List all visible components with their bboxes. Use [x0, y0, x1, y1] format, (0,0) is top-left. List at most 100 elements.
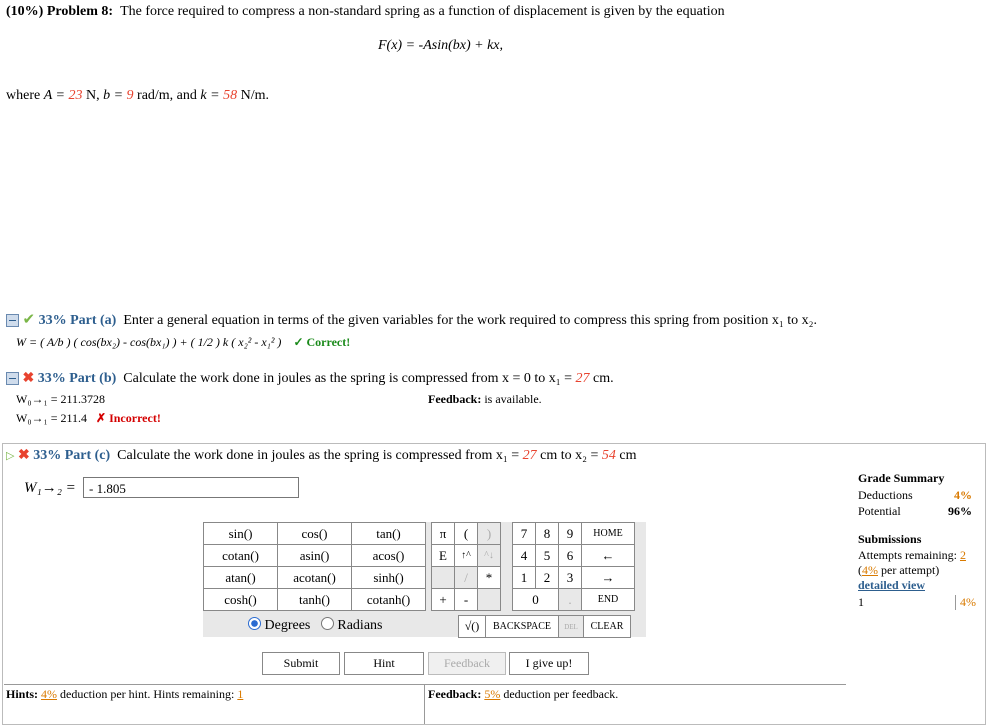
part-a-answer-row: W = ( A/b ) ( cos(bx₂) - cos(bx₁) ) + ( … — [16, 335, 350, 350]
digit-1-button[interactable]: 1 — [512, 566, 536, 589]
blank-key — [477, 588, 501, 611]
backspace-button[interactable]: BACKSPACE — [485, 615, 559, 638]
part-b-answer-1: W₀→₁ = 211.3728 — [16, 392, 106, 406]
digit-2-button[interactable]: 2 — [535, 566, 559, 589]
symbol-keys: π ( ) E ↑^ ^↓ / * + - — [431, 522, 501, 611]
divider — [424, 684, 425, 724]
tan-button[interactable]: tan() — [351, 522, 426, 545]
blank-key — [431, 566, 455, 589]
part-a-status: ✓ Correct! — [293, 335, 351, 349]
part-b-x1: 27 — [575, 371, 590, 386]
submissions: Submissions Attempts remaining: 2 (4% pe… — [858, 532, 976, 610]
multiply-button[interactable]: * — [477, 566, 501, 589]
digit-6-button[interactable]: 6 — [558, 544, 582, 567]
digit-8-button[interactable]: 8 — [535, 522, 559, 545]
force-equation: F(x) = -Asin(bx) + kx, — [378, 38, 504, 53]
feedback-button[interactable]: Feedback — [428, 652, 506, 675]
submit-button[interactable]: Submit — [262, 652, 340, 675]
part-b-header: ✖ 33% Part (b) Calculate the work done i… — [6, 370, 614, 387]
problem-header: (10%) Problem 8: The force required to c… — [6, 4, 725, 20]
grade-summary: Grade Summary Deductions 4% Potential 96… — [858, 471, 972, 518]
deductions-value: 4% — [954, 488, 972, 502]
end-button[interactable]: END — [581, 588, 635, 611]
digit-0-button[interactable]: 0 — [512, 588, 559, 611]
decimal-button[interactable]: . — [558, 588, 582, 611]
potential-value: 96% — [948, 504, 972, 518]
hints-info: Hints: 4% deduction per hint. Hints rema… — [6, 687, 244, 701]
degrees-radio[interactable] — [248, 617, 261, 630]
minus-button[interactable]: - — [454, 588, 478, 611]
give-up-button[interactable]: I give up! — [509, 652, 589, 675]
sin-button[interactable]: sin() — [203, 522, 278, 545]
hint-button[interactable]: Hint — [344, 652, 424, 675]
part-c-label: 33% Part (c) — [33, 448, 111, 463]
hints-remaining: 1 — [237, 687, 244, 701]
check-icon: ✔ — [22, 312, 36, 328]
del-button[interactable]: DEL — [558, 615, 584, 638]
part-a-answer: W = ( A/b ) ( cos(bx₂) - cos(bx₁) ) + ( … — [16, 335, 282, 349]
digit-4-button[interactable]: 4 — [512, 544, 536, 567]
part-a-label: 33% Part (a) — [38, 313, 117, 328]
b-value: 9 — [126, 88, 134, 103]
part-a-header: ✔ 33% Part (a) Enter a general equation … — [6, 310, 817, 329]
attempts-remaining: 2 — [959, 548, 966, 562]
edit-keys: √() BACKSPACE DEL CLEAR — [458, 615, 631, 638]
digit-keys: 7 8 9 HOME 4 5 6 ← 1 2 3 → 0 . END — [512, 522, 635, 611]
A-value: 23 — [68, 88, 83, 103]
part-c-input-label: W₁→₂ = — [24, 480, 76, 496]
answer-input[interactable]: - 1.805 — [83, 477, 299, 498]
sinh-button[interactable]: sinh() — [351, 566, 426, 589]
problem-weight: (10%) — [6, 4, 44, 19]
plus-button[interactable]: + — [431, 588, 455, 611]
sqrt-button[interactable]: √() — [458, 615, 486, 638]
problem-label: Problem 8: — [46, 4, 114, 19]
acos-button[interactable]: acos() — [351, 544, 426, 567]
open-paren-button[interactable]: ( — [454, 522, 478, 545]
cotanh-button[interactable]: cotanh() — [351, 588, 426, 611]
detailed-view-link[interactable]: detailed view — [858, 578, 925, 592]
part-c-text: Calculate the work done in joules as the… — [117, 448, 520, 463]
pi-button[interactable]: π — [431, 522, 455, 545]
part-b-status: ✗ Incorrect! — [96, 411, 161, 425]
part-c-x1: 27 — [522, 448, 537, 463]
clear-button[interactable]: CLEAR — [583, 615, 631, 638]
part-a-text: Enter a general equation in terms of the… — [123, 313, 817, 328]
collapse-icon[interactable] — [6, 314, 19, 328]
cosh-button[interactable]: cosh() — [203, 588, 278, 611]
x-icon: ✖ — [22, 371, 35, 386]
digit-3-button[interactable]: 3 — [558, 566, 582, 589]
e-button[interactable]: E — [431, 544, 455, 567]
asin-button[interactable]: asin() — [277, 544, 352, 567]
digit-5-button[interactable]: 5 — [535, 544, 559, 567]
tanh-button[interactable]: tanh() — [277, 588, 352, 611]
digit-7-button[interactable]: 7 — [512, 522, 536, 545]
expand-arrow-icon[interactable]: ▷ — [6, 450, 14, 462]
part-b-answer-2: W₀→₁ = 211.4 ✗ Incorrect! — [16, 411, 161, 425]
x-icon: ✖ — [17, 448, 30, 463]
collapse-icon[interactable] — [6, 372, 19, 386]
cotan-button[interactable]: cotan() — [203, 544, 278, 567]
submission-deduction: 4% — [955, 595, 976, 610]
k-value: 58 — [223, 88, 238, 103]
acotan-button[interactable]: acotan() — [277, 566, 352, 589]
atan-button[interactable]: atan() — [203, 566, 278, 589]
feedback-info: Feedback: 5% deduction per feedback. — [428, 687, 619, 701]
cos-button[interactable]: cos() — [277, 522, 352, 545]
problem-text: The force required to compress a non-sta… — [120, 4, 725, 19]
power-down-button[interactable]: ^↓ — [477, 544, 501, 567]
left-arrow-button[interactable]: ← — [581, 544, 635, 567]
home-button[interactable]: HOME — [581, 522, 635, 545]
feedback-deduction: 5% — [484, 687, 501, 701]
part-b-text: Calculate the work done in joules as the… — [123, 371, 573, 386]
part-b-feedback: Feedback: is available. — [428, 392, 542, 406]
right-arrow-button[interactable]: → — [581, 566, 635, 589]
divide-button[interactable]: / — [454, 566, 478, 589]
angle-mode: Degrees Radians — [248, 617, 382, 634]
hint-deduction: 4% — [41, 687, 58, 701]
close-paren-button[interactable]: ) — [477, 522, 501, 545]
power-up-button[interactable]: ↑^ — [454, 544, 478, 567]
digit-9-button[interactable]: 9 — [558, 522, 582, 545]
part-b-label: 33% Part (b) — [37, 371, 117, 386]
part-c-header: ▷ ✖ 33% Part (c) Calculate the work done… — [6, 448, 637, 463]
radians-radio[interactable] — [320, 617, 334, 630]
